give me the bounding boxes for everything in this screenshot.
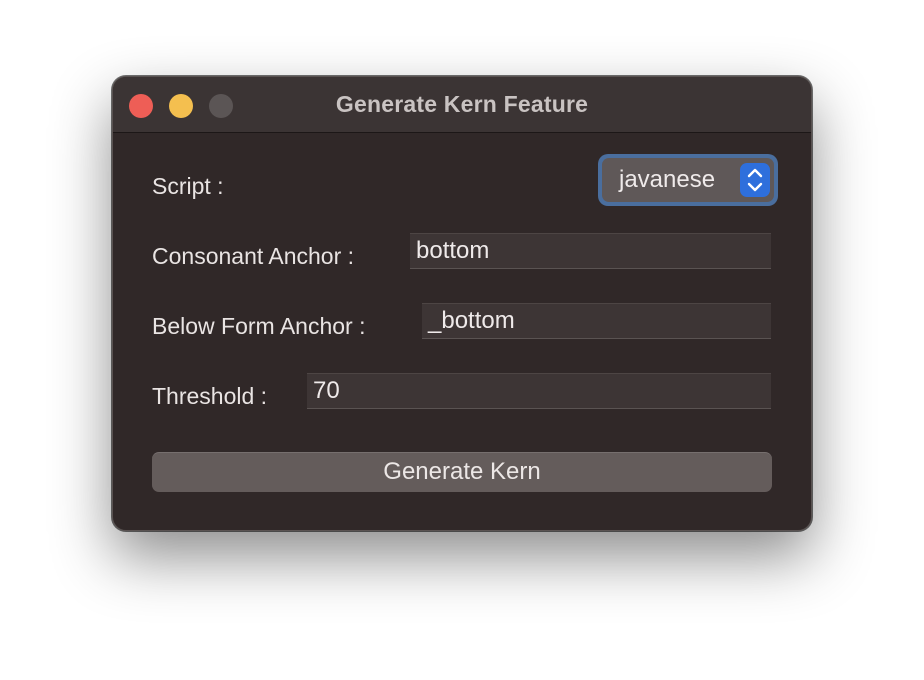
below-form-anchor-label: Below Form Anchor : (152, 313, 366, 339)
chevron-up-down-icon[interactable] (740, 163, 770, 197)
consonant-anchor-field[interactable]: bottom (410, 233, 771, 269)
threshold-label: Threshold : (152, 383, 268, 409)
threshold-field[interactable]: 70 (307, 373, 771, 409)
consonant-anchor-label: Consonant Anchor : (152, 243, 355, 269)
below-form-anchor-field[interactable]: _bottom (422, 303, 771, 339)
script-popup-value: javanese (619, 166, 716, 193)
window-title: Generate Kern Feature (335, 91, 589, 117)
script-label: Script : (152, 173, 224, 199)
script-popup-body[interactable]: javanese (602, 158, 774, 202)
script-popup[interactable]: javanese (598, 154, 778, 206)
generate-kern-button[interactable]: Generate Kern (152, 452, 772, 492)
title-bar: Generate Kern Feature (113, 77, 811, 133)
generate-kern-window: Generate Kern Feature Script : javanese … (112, 76, 812, 531)
